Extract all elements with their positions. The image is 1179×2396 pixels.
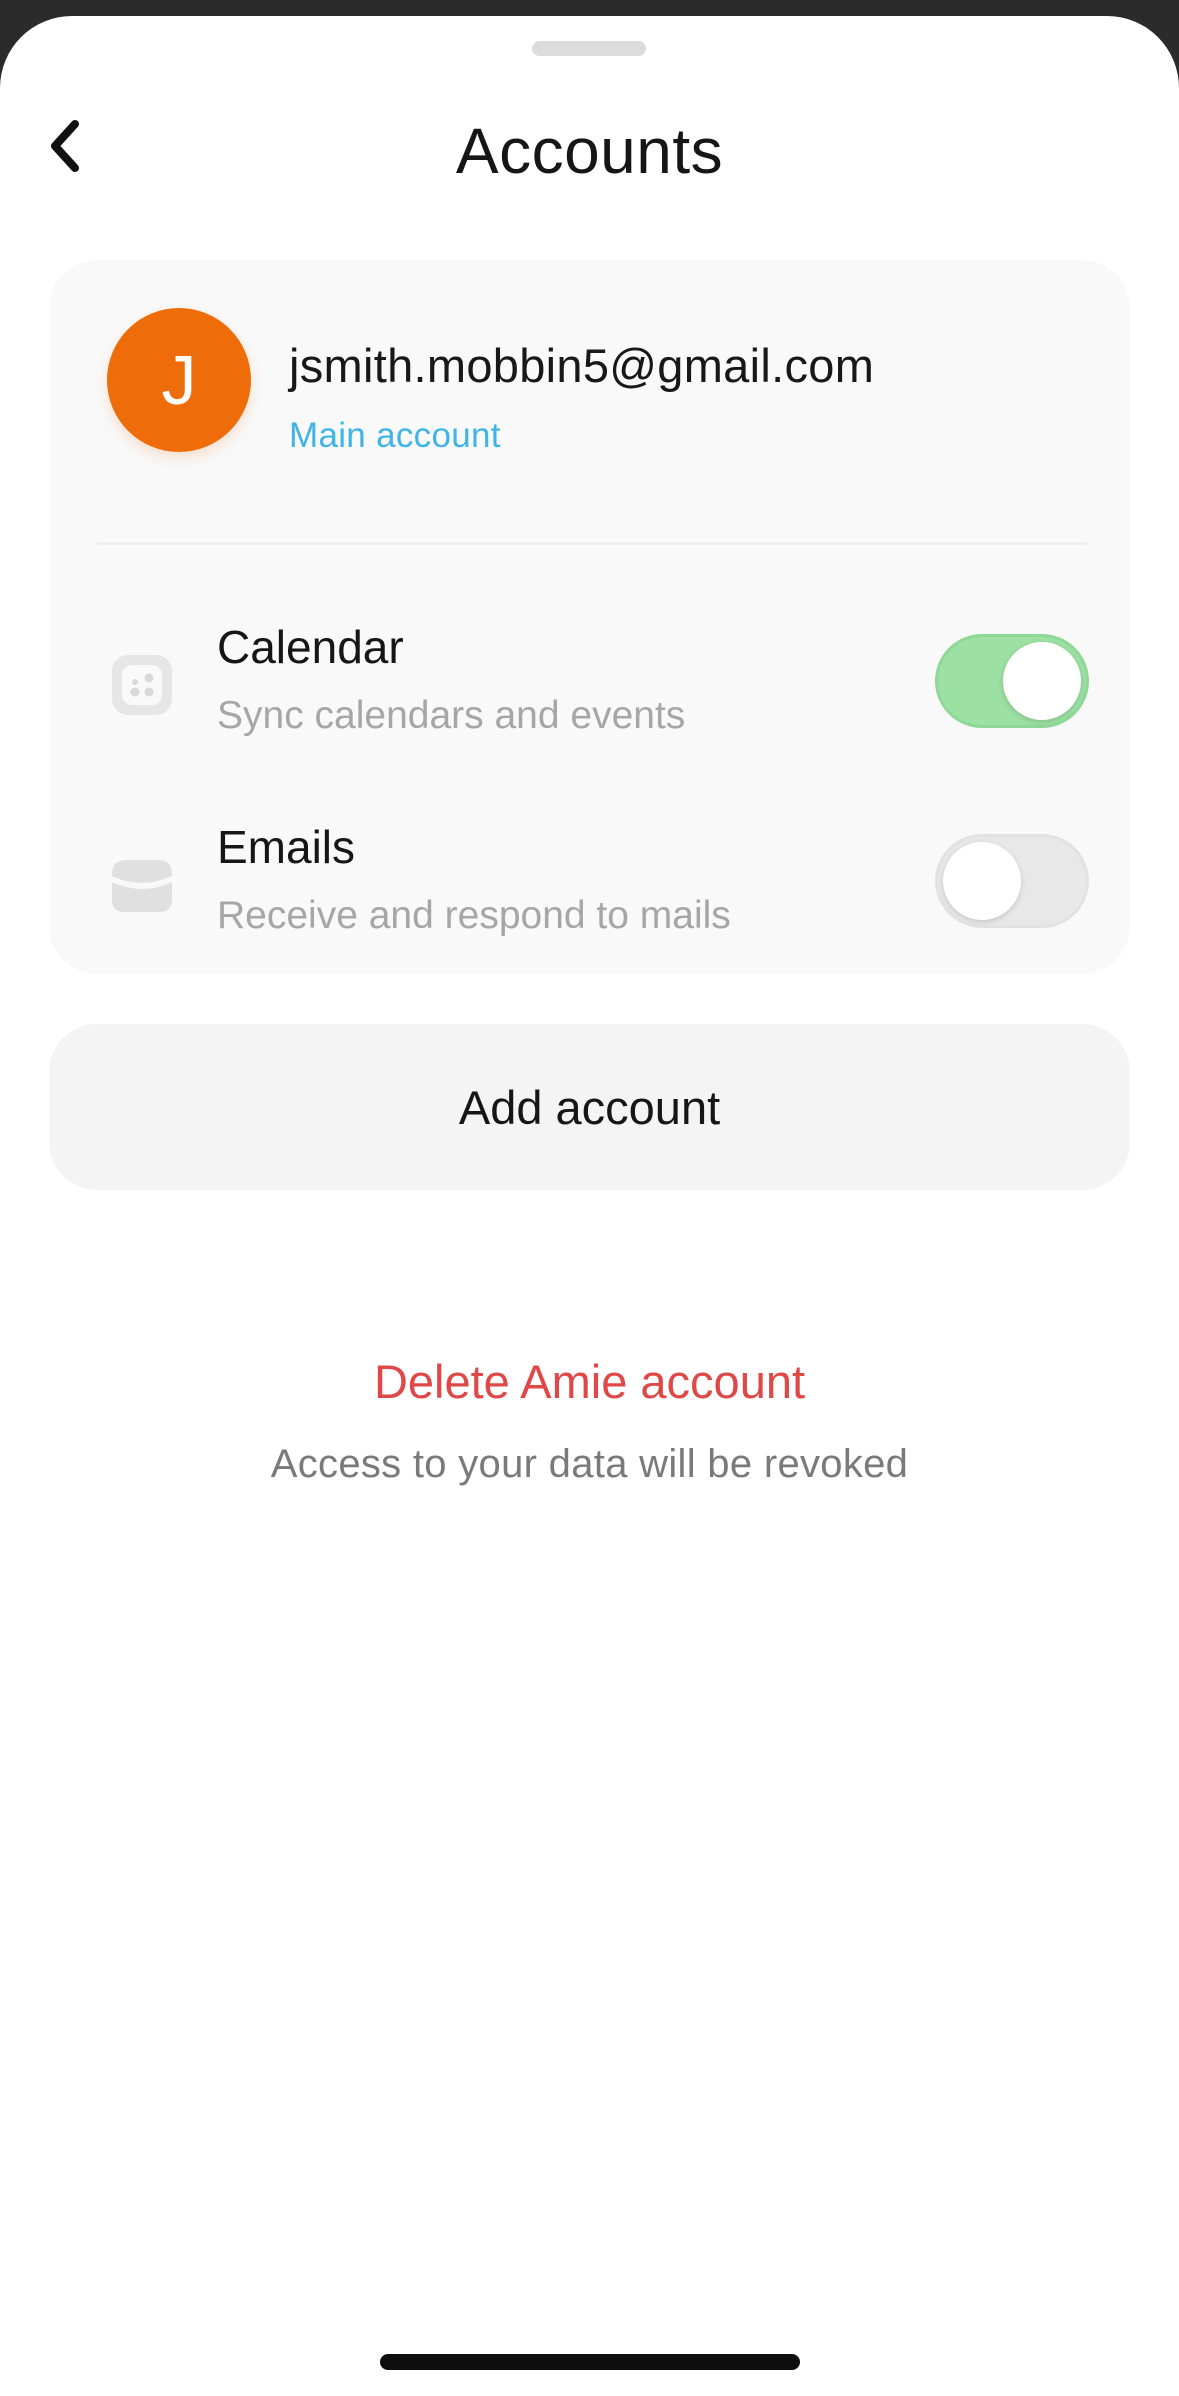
calendar-title: Calendar — [217, 621, 404, 673]
divider — [97, 542, 1087, 545]
avatar: J — [107, 308, 251, 452]
service-row-calendar: Calendar Sync calendars and events — [49, 620, 1130, 760]
sheet-grabber[interactable] — [532, 41, 646, 56]
calendar-icon — [112, 655, 172, 715]
delete-account-note: Access to your data will be revoked — [270, 1442, 909, 1486]
service-row-emails: Emails Receive and respond to mails — [49, 820, 1130, 960]
add-account-button[interactable]: Add account — [49, 1024, 1130, 1190]
account-card: J jsmith.mobbin5@gmail.com Main account … — [49, 260, 1130, 974]
delete-account-button[interactable]: Delete Amie account — [0, 1354, 1179, 1409]
account-email: jsmith.mobbin5@gmail.com — [289, 339, 875, 392]
emails-subtitle: Receive and respond to mails — [217, 894, 731, 937]
calendar-subtitle: Sync calendars and events — [217, 694, 686, 737]
page-title: Accounts — [455, 115, 724, 187]
accounts-sheet: Accounts J jsmith.mobbin5@gmail.com Main… — [0, 16, 1179, 2396]
home-indicator — [380, 2354, 800, 2370]
emails-toggle[interactable] — [935, 834, 1089, 928]
toggle-knob — [943, 842, 1021, 920]
emails-title: Emails — [217, 821, 356, 873]
inbox-icon — [112, 860, 172, 912]
toggle-knob — [1003, 642, 1081, 720]
account-role-label: Main account — [289, 416, 501, 455]
calendar-toggle[interactable] — [935, 634, 1089, 728]
